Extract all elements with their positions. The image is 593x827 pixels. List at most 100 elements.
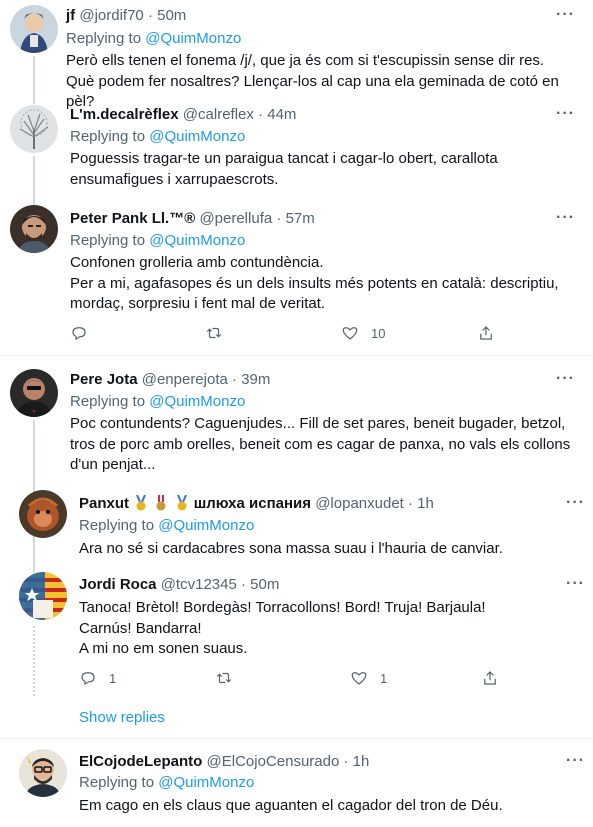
tweet-header: jf @jordif70 · 50m bbox=[66, 7, 187, 24]
avatar[interactable]: ✶ bbox=[10, 369, 58, 417]
avatar[interactable] bbox=[10, 5, 58, 53]
more-options-icon[interactable]: ··· bbox=[566, 753, 585, 769]
user-handle[interactable]: @ElCojoCensurado bbox=[207, 753, 340, 770]
avatar[interactable] bbox=[10, 105, 58, 153]
military-medal-icon bbox=[153, 495, 169, 511]
display-name[interactable]: Panxut bbox=[79, 495, 129, 512]
like-button[interactable]: 1 bbox=[350, 669, 387, 687]
tweet-text-line: Tanoca! Brètol! Bordegàs! Torracollons! … bbox=[79, 599, 486, 637]
tweet-text-line: A mi no em sonen suaus. bbox=[79, 640, 248, 657]
avatar[interactable] bbox=[19, 572, 67, 620]
display-name[interactable]: Peter Pank Ll.™® bbox=[70, 210, 195, 227]
svg-text:✶: ✶ bbox=[32, 409, 36, 415]
thread-line bbox=[33, 566, 35, 572]
tweet-text: Poguessis tragar-te un paraigua tancat i… bbox=[70, 150, 498, 188]
display-name[interactable]: Pere Jota bbox=[70, 371, 138, 388]
mention-link[interactable]: @QuimMonzo bbox=[158, 774, 254, 791]
timestamp[interactable]: 57m bbox=[286, 210, 315, 227]
like-count: 1 bbox=[380, 670, 388, 686]
like-button[interactable]: 10 bbox=[341, 324, 385, 342]
show-replies-link[interactable]: Show replies bbox=[79, 709, 165, 726]
tweet-text-line: Per a mi, agafasopes és un dels insults … bbox=[70, 274, 559, 313]
reply-icon bbox=[81, 672, 95, 686]
timestamp[interactable]: 1h bbox=[417, 495, 434, 512]
share-button[interactable] bbox=[477, 324, 495, 342]
heart-icon bbox=[342, 327, 358, 340]
tweet-enperejota[interactable]: ✶ Pere Jota @enperejota · 39m ··· Replyi… bbox=[0, 356, 593, 486]
more-options-icon[interactable]: ··· bbox=[556, 106, 575, 122]
thread-line bbox=[33, 56, 35, 100]
heart-icon bbox=[351, 672, 367, 685]
tweet-header: Peter Pank Ll.™® @perellufa · 57m bbox=[70, 210, 315, 227]
tweet-text: Em cago en els claus que aguanten el cag… bbox=[79, 797, 503, 814]
gold-medal-icon bbox=[133, 494, 149, 511]
retweet-button[interactable] bbox=[215, 669, 233, 687]
tweet-lopanxudet[interactable]: Panxut шлюха испания @lopanxudet · 1h ··… bbox=[0, 486, 593, 566]
tweet-actions: 1 1 bbox=[79, 669, 499, 689]
timestamp[interactable]: 44m bbox=[267, 106, 296, 123]
reply-button[interactable]: 1 bbox=[79, 669, 116, 687]
tweet-text-line: Confonen grolleria amb contundència. bbox=[70, 254, 324, 271]
replying-to: Replying to @QuimMonzo bbox=[79, 774, 255, 791]
mention-link[interactable]: @QuimMonzo bbox=[149, 128, 245, 145]
tweet-header: Jordi Roca @tcv12345 · 50m bbox=[79, 576, 280, 593]
tweet-actions: 10 bbox=[70, 324, 510, 344]
display-name[interactable]: jf bbox=[66, 7, 75, 24]
tweet-jf[interactable]: jf @jordif70 · 50m ··· Replying to @Quim… bbox=[0, 0, 593, 110]
tweet-text: Confonen grolleria amb contundència. Per… bbox=[70, 253, 570, 315]
replying-to: Replying to @QuimMonzo bbox=[70, 393, 246, 410]
more-options-icon[interactable]: ··· bbox=[556, 7, 575, 23]
display-name[interactable]: ElCojodeLepanto bbox=[79, 753, 202, 770]
mention-link[interactable]: @QuimMonzo bbox=[149, 393, 245, 410]
share-button[interactable] bbox=[481, 669, 499, 687]
tweet-elcojocensurado[interactable]: ElCojodeLepanto @ElCojoCensurado · 1h ··… bbox=[0, 739, 593, 827]
user-handle[interactable]: @lopanxudet bbox=[315, 495, 404, 512]
tweet-tcv12345[interactable]: Jordi Roca @tcv12345 · 50m ··· Tanoca! B… bbox=[0, 566, 593, 696]
more-options-icon[interactable]: ··· bbox=[566, 495, 585, 511]
replying-to: Replying to @QuimMonzo bbox=[66, 30, 242, 47]
avatar[interactable] bbox=[19, 490, 67, 538]
mention-link[interactable]: @QuimMonzo bbox=[149, 232, 245, 249]
retweet-button[interactable] bbox=[205, 324, 223, 342]
share-icon bbox=[480, 326, 492, 340]
thread-line bbox=[33, 420, 35, 486]
tweet-header: L'm.decalrèflex @calreflex · 44m bbox=[70, 106, 297, 123]
tweet-text: Ara no sé si cardacabres sona massa suau… bbox=[79, 540, 503, 557]
mention-link[interactable]: @QuimMonzo bbox=[145, 30, 241, 47]
tweet-perellufa[interactable]: Peter Pank Ll.™® @perellufa · 57m ··· Re… bbox=[0, 200, 593, 355]
more-options-icon[interactable]: ··· bbox=[556, 371, 575, 387]
reply-icon bbox=[72, 327, 86, 341]
display-name-suffix: шлюха испания bbox=[193, 495, 312, 512]
more-options-icon[interactable]: ··· bbox=[566, 576, 585, 592]
display-name[interactable]: L'm.decalrèflex bbox=[70, 106, 179, 123]
retweet-icon bbox=[206, 327, 222, 339]
replying-to: Replying to @QuimMonzo bbox=[70, 232, 246, 249]
retweet-icon bbox=[216, 672, 232, 684]
reply-button[interactable] bbox=[70, 324, 88, 342]
tweet-calreflex[interactable]: L'm.decalrèflex @calreflex · 44m ··· Rep… bbox=[0, 100, 593, 200]
timestamp[interactable]: 39m bbox=[241, 371, 270, 388]
thread-line bbox=[33, 100, 35, 104]
user-handle[interactable]: @calreflex bbox=[183, 106, 254, 123]
like-count: 10 bbox=[371, 325, 386, 341]
user-handle[interactable]: @tcv12345 bbox=[161, 576, 237, 593]
gold-medal-icon bbox=[174, 494, 190, 511]
tweet-header: Panxut шлюха испания @lopanxudet · 1h bbox=[79, 494, 434, 512]
tweet-text: Poc contundents? Caguenjudes... Fill de … bbox=[70, 415, 571, 473]
timestamp[interactable]: 50m bbox=[250, 576, 279, 593]
tweet-text: Tanoca! Brètol! Bordegàs! Torracollons! … bbox=[79, 598, 539, 660]
avatar[interactable] bbox=[10, 205, 58, 253]
mention-link[interactable]: @QuimMonzo bbox=[158, 517, 254, 534]
user-handle[interactable]: @perellufa bbox=[199, 210, 272, 227]
avatar[interactable] bbox=[19, 749, 67, 797]
thread-line bbox=[33, 156, 35, 200]
more-options-icon[interactable]: ··· bbox=[556, 210, 575, 226]
user-handle[interactable]: @jordif70 bbox=[79, 7, 143, 24]
replying-to: Replying to @QuimMonzo bbox=[70, 128, 246, 145]
timestamp[interactable]: 1h bbox=[353, 753, 370, 770]
display-name[interactable]: Jordi Roca bbox=[79, 576, 157, 593]
share-icon bbox=[484, 671, 496, 685]
user-handle[interactable]: @enperejota bbox=[142, 371, 228, 388]
timestamp[interactable]: 50m bbox=[157, 7, 186, 24]
tweet-header: ElCojodeLepanto @ElCojoCensurado · 1h bbox=[79, 753, 370, 770]
